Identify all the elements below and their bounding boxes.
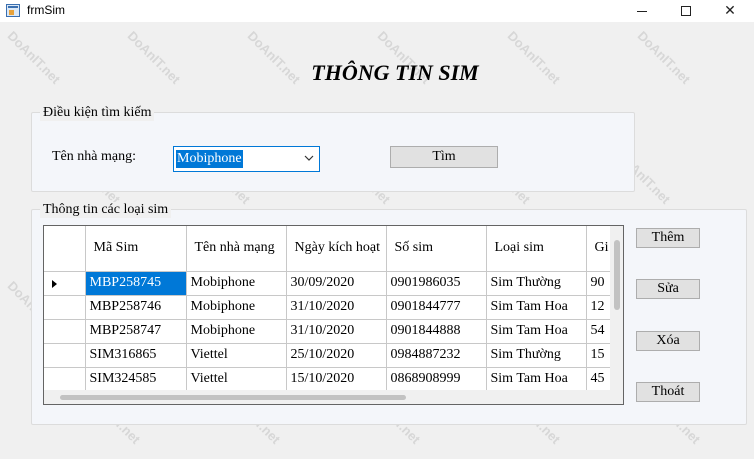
row-selector[interactable] [44, 271, 86, 296]
column-header-loai-sim[interactable]: Loại sim [486, 226, 587, 272]
column-header-ten-nha-mang[interactable]: Tên nhà mạng [186, 226, 287, 272]
window-title: frmSim [27, 3, 65, 17]
delete-button[interactable]: Xóa [636, 331, 700, 351]
row-selector[interactable] [44, 295, 86, 320]
maximize-icon [681, 6, 691, 16]
column-header-gia[interactable]: Gi [586, 226, 610, 272]
table-cell[interactable]: 30/09/2020 [286, 271, 387, 296]
vertical-scroll-thumb[interactable] [614, 240, 620, 310]
exit-button[interactable]: Thoát [636, 382, 700, 402]
table-cell[interactable]: Sim Tam Hoa [486, 367, 587, 390]
table-cell[interactable]: MBP258746 [85, 295, 187, 320]
horizontal-scroll-thumb[interactable] [60, 395, 406, 400]
table-cell[interactable]: 31/10/2020 [286, 295, 387, 320]
page-title: THÔNG TIN SIM [311, 60, 479, 85]
table-cell[interactable]: Sim Tam Hoa [486, 319, 587, 344]
table-row[interactable]: MBP258747 Mobiphone 31/10/2020 090184488… [44, 319, 610, 344]
provider-combobox[interactable]: Mobiphone [173, 146, 320, 172]
table-cell[interactable]: 15/10/2020 [286, 367, 387, 390]
scrollbar-corner [610, 390, 623, 404]
column-header-ngay-kich-hoat[interactable]: Ngày kích hoạt [286, 226, 387, 272]
row-header-corner [44, 226, 86, 272]
minimize-icon [637, 10, 647, 12]
vertical-scrollbar[interactable] [610, 226, 623, 390]
table-cell[interactable]: 45 [586, 367, 610, 390]
table-cell[interactable]: 0901986035 [386, 271, 487, 296]
table-header-row: Mã Sim Tên nhà mạng Ngày kích hoạt Số si… [44, 226, 610, 272]
row-selector[interactable] [44, 319, 86, 344]
table-cell[interactable]: 0901844777 [386, 295, 487, 320]
table-row[interactable]: MBP258745 Mobiphone 30/09/2020 090198603… [44, 271, 610, 296]
horizontal-scrollbar[interactable] [44, 390, 610, 404]
minimize-button[interactable] [620, 0, 664, 22]
window-titlebar: frmSim ✕ [0, 0, 754, 22]
table-cell[interactable]: Viettel [186, 367, 287, 390]
table-row[interactable]: SIM316865 Viettel 25/10/2020 0984887232 … [44, 343, 610, 368]
app-form-icon[interactable] [6, 4, 20, 17]
table-cell[interactable]: 0984887232 [386, 343, 487, 368]
table-cell[interactable]: Sim Thường [486, 271, 587, 296]
current-row-arrow-icon [52, 279, 57, 288]
table-cell[interactable]: Mobiphone [186, 295, 287, 320]
table-cell[interactable]: 0868908999 [386, 367, 487, 390]
row-selector[interactable] [44, 343, 86, 368]
table-cell[interactable]: 31/10/2020 [286, 319, 387, 344]
table-row[interactable]: MBP258746 Mobiphone 31/10/2020 090184477… [44, 295, 610, 320]
table-row[interactable]: SIM324585 Viettel 15/10/2020 0868908999 … [44, 367, 610, 390]
close-icon: ✕ [724, 3, 736, 19]
edit-button[interactable]: Sửa [636, 279, 700, 299]
provider-selected-value: Mobiphone [176, 150, 243, 168]
table-cell[interactable]: MBP258745 [85, 271, 187, 296]
close-button[interactable]: ✕ [708, 0, 752, 22]
table-cell[interactable]: 0901844888 [386, 319, 487, 344]
table-cell[interactable]: Mobiphone [186, 271, 287, 296]
sim-table: Mã Sim Tên nhà mạng Ngày kích hoạt Số si… [44, 226, 610, 390]
maximize-button[interactable] [664, 0, 708, 22]
add-button[interactable]: Thêm [636, 228, 700, 248]
table-cell[interactable]: MBP258747 [85, 319, 187, 344]
sim-list-label: Thông tin các loại sim [40, 202, 172, 218]
table-cell[interactable]: Viettel [186, 343, 287, 368]
table-cell[interactable]: 12 [586, 295, 610, 320]
table-cell[interactable]: SIM316865 [85, 343, 187, 368]
chevron-down-icon[interactable] [302, 151, 316, 165]
row-selector[interactable] [44, 367, 86, 390]
table-cell[interactable]: 54 [586, 319, 610, 344]
table-cell[interactable]: 90 [586, 271, 610, 296]
table-cell[interactable]: 25/10/2020 [286, 343, 387, 368]
column-header-ma-sim[interactable]: Mã Sim [85, 226, 187, 272]
column-header-so-sim[interactable]: Số sim [386, 226, 487, 272]
search-criteria-label: Điều kiện tìm kiếm [40, 105, 155, 121]
table-cell[interactable]: 15 [586, 343, 610, 368]
sim-data-grid[interactable]: Mã Sim Tên nhà mạng Ngày kích hoạt Số si… [43, 225, 624, 405]
provider-label: Tên nhà mạng: [52, 149, 136, 164]
table-cell[interactable]: Sim Thường [486, 343, 587, 368]
table-cell[interactable]: Mobiphone [186, 319, 287, 344]
table-cell[interactable]: SIM324585 [85, 367, 187, 390]
table-cell[interactable]: Sim Tam Hoa [486, 295, 587, 320]
find-button[interactable]: Tìm [390, 146, 498, 168]
